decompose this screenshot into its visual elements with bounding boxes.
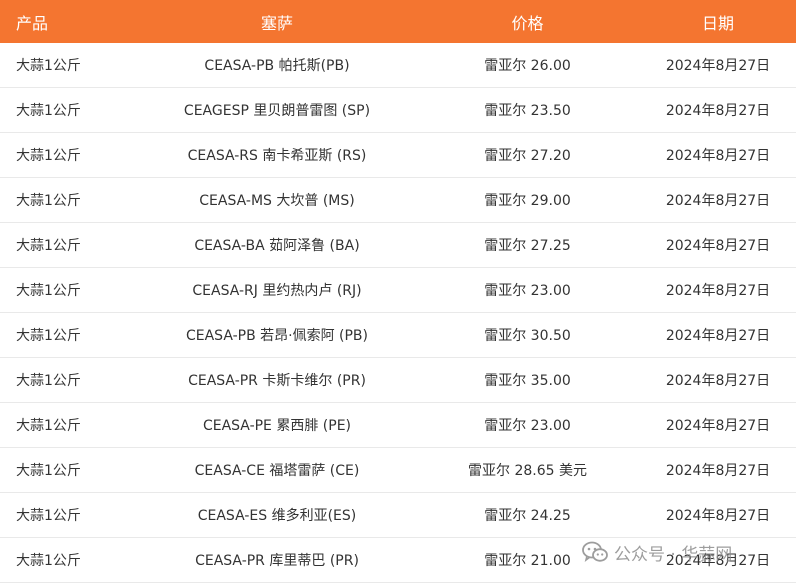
- cell-price: 雷亚尔 26.00: [415, 43, 640, 88]
- cell-price: 雷亚尔 30.50: [415, 312, 640, 358]
- cell-date: 2024年8月27日: [640, 87, 796, 133]
- cell-market: CEASA-PB 若昂·佩索阿 (PB): [139, 312, 415, 358]
- cell-product: 大蒜1公斤: [0, 447, 139, 493]
- header-price: 价格: [415, 0, 640, 43]
- cell-product: 大蒜1公斤: [0, 267, 139, 313]
- cell-date: 2024年8月27日: [640, 492, 796, 538]
- header-market: 塞萨: [139, 0, 415, 43]
- cell-date: 2024年8月27日: [640, 267, 796, 313]
- cell-price: 雷亚尔 27.20: [415, 132, 640, 178]
- table-row: 大蒜1公斤 CEASA-RS 南卡希亚斯 (RS) 雷亚尔 27.20 2024年8月…: [0, 132, 796, 178]
- cell-price: 雷亚尔 35.00: [415, 357, 640, 403]
- cell-market: CEASA-PB 帕托斯(PB): [139, 43, 415, 88]
- cell-date: 2024年8月27日: [640, 357, 796, 403]
- cell-price: 雷亚尔 27.25: [415, 222, 640, 268]
- cell-date: 2024年8月27日: [640, 177, 796, 223]
- cell-market: CEASA-RJ 里约热内卢 (RJ): [139, 267, 415, 313]
- cell-price: 雷亚尔 23.00: [415, 402, 640, 448]
- cell-market: CEASA-RS 南卡希亚斯 (RS): [139, 132, 415, 178]
- table-row: 大蒜1公斤 CEASA-ES 维多利亚(ES) 雷亚尔 24.25 2024年8月27…: [0, 492, 796, 538]
- table-row: 大蒜1公斤 CEAGESP 里贝朗普雷图 (SP) 雷亚尔 23.50 2024年8月…: [0, 87, 796, 133]
- cell-market: CEASA-MS 大坎普 (MS): [139, 177, 415, 223]
- cell-date: 2024年8月27日: [640, 132, 796, 178]
- header-row: 产品 塞萨 价格 日期: [0, 0, 796, 43]
- cell-date: 2024年8月27日: [640, 222, 796, 268]
- cell-price: 雷亚尔 28.65 美元: [415, 447, 640, 493]
- cell-market: CEASA-PE 累西腓 (PE): [139, 402, 415, 448]
- cell-date: 2024年8月27日: [640, 43, 796, 88]
- cell-product: 大蒜1公斤: [0, 312, 139, 358]
- cell-product: 大蒜1公斤: [0, 43, 139, 88]
- table-row: 大蒜1公斤 CEASA-RJ 里约热内卢 (RJ) 雷亚尔 23.00 2024年8月…: [0, 267, 796, 313]
- table-row: 大蒜1公斤 CEASA-MS 大坎普 (MS) 雷亚尔 29.00 2024年8月27…: [0, 177, 796, 223]
- table-row: 大蒜1公斤 CEASA-PB 若昂·佩索阿 (PB) 雷亚尔 30.50 2024年8…: [0, 312, 796, 358]
- cell-market: CEASA-PR 库里蒂巴 (PR): [139, 537, 415, 583]
- table-row: 大蒜1公斤 CEASA-PR 卡斯卡维尔 (PR) 雷亚尔 35.00 2024年8月…: [0, 357, 796, 403]
- cell-product: 大蒜1公斤: [0, 492, 139, 538]
- cell-market: CEASA-BA 茹阿泽鲁 (BA): [139, 222, 415, 268]
- table-header: 产品 塞萨 价格 日期: [0, 0, 796, 43]
- header-product: 产品: [0, 0, 139, 43]
- cell-product: 大蒜1公斤: [0, 177, 139, 223]
- price-table: 产品 塞萨 价格 日期 大蒜1公斤 CEASA-PB 帕托斯(PB) 雷亚尔 26.…: [0, 0, 796, 583]
- cell-product: 大蒜1公斤: [0, 132, 139, 178]
- cell-product: 大蒜1公斤: [0, 402, 139, 448]
- cell-price: 雷亚尔 23.00: [415, 267, 640, 313]
- cell-market: CEASA-PR 卡斯卡维尔 (PR): [139, 357, 415, 403]
- table-row: 大蒜1公斤 CEASA-PE 累西腓 (PE) 雷亚尔 23.00 2024年8月27…: [0, 402, 796, 448]
- cell-date: 2024年8月27日: [640, 447, 796, 493]
- cell-product: 大蒜1公斤: [0, 87, 139, 133]
- table-body: 大蒜1公斤 CEASA-PB 帕托斯(PB) 雷亚尔 26.00 2024年8月27日…: [0, 43, 796, 583]
- cell-product: 大蒜1公斤: [0, 537, 139, 583]
- cell-price: 雷亚尔 23.50: [415, 87, 640, 133]
- cell-product: 大蒜1公斤: [0, 357, 139, 403]
- cell-date: 2024年8月27日: [640, 312, 796, 358]
- cell-price: 雷亚尔 29.00: [415, 177, 640, 223]
- table-row: 大蒜1公斤 CEASA-BA 茹阿泽鲁 (BA) 雷亚尔 27.25 2024年8月2…: [0, 222, 796, 268]
- cell-product: 大蒜1公斤: [0, 222, 139, 268]
- cell-market: CEAGESP 里贝朗普雷图 (SP): [139, 87, 415, 133]
- table-row: 大蒜1公斤 CEASA-PB 帕托斯(PB) 雷亚尔 26.00 2024年8月27日: [0, 43, 796, 88]
- table-row: 大蒜1公斤 CEASA-PR 库里蒂巴 (PR) 雷亚尔 21.00 2024年8月2…: [0, 537, 796, 583]
- cell-price: 雷亚尔 21.00: [415, 537, 640, 583]
- cell-market: CEASA-ES 维多利亚(ES): [139, 492, 415, 538]
- table-row: 大蒜1公斤 CEASA-CE 福塔雷萨 (CE) 雷亚尔 28.65 美元 2024年…: [0, 447, 796, 493]
- header-date: 日期: [640, 0, 796, 43]
- cell-date: 2024年8月27日: [640, 402, 796, 448]
- cell-price: 雷亚尔 24.25: [415, 492, 640, 538]
- cell-date: 2024年8月27日: [640, 537, 796, 583]
- cell-market: CEASA-CE 福塔雷萨 (CE): [139, 447, 415, 493]
